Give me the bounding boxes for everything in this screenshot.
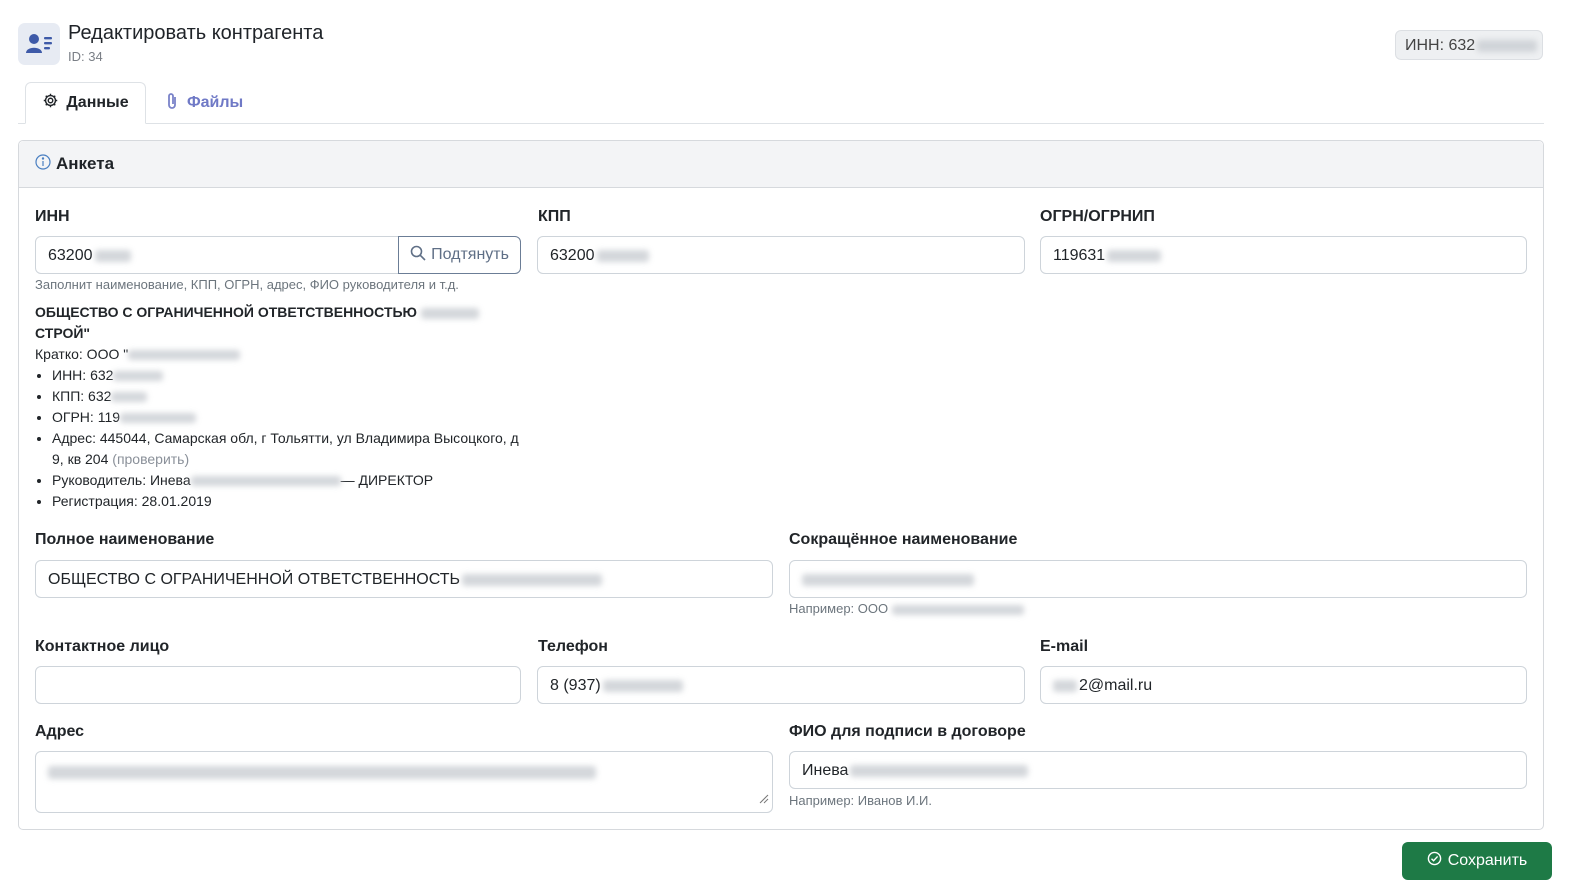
info-inn: ИНН: 632	[52, 365, 525, 386]
record-id: ID: 34	[68, 49, 103, 64]
full-name-input[interactable]: ОБЩЕСТВО С ОГРАНИЧЕННОЙ ОТВЕТСТВЕННОСТЬ	[35, 560, 773, 598]
lookup-result: ОБЩЕСТВО С ОГРАНИЧЕННОЙ ОТВЕТСТВЕННОСТЬЮ…	[35, 302, 525, 512]
kpp-label: КПП	[538, 208, 571, 225]
info-address: Адрес: 445044, Самарская обл, г Тольятти…	[52, 428, 525, 470]
ogrn-input[interactable]: 119631	[1040, 236, 1527, 274]
pull-button[interactable]: Подтянуть	[398, 236, 521, 274]
signer-input[interactable]: Инева	[789, 751, 1527, 789]
info-circle-icon	[35, 153, 51, 175]
info-kpp: КПП: 632	[52, 386, 525, 407]
address-textarea[interactable]	[35, 751, 773, 813]
short-name-label: Сокращённое наименование	[789, 531, 1018, 548]
tab-files-label: Файлы	[187, 94, 244, 111]
email-label: E-mail	[1040, 638, 1089, 655]
org-name: ОБЩЕСТВО С ОГРАНИЧЕННОЙ ОТВЕТСТВЕННОСТЬЮ…	[35, 302, 525, 344]
signer-label: ФИО для подписи в договоре	[789, 723, 1026, 740]
card-header: Анкета	[19, 141, 1543, 188]
inn-badge: ИНН: 632	[1395, 30, 1543, 60]
inn-input[interactable]: 63200	[35, 236, 399, 274]
tabs-divider	[18, 123, 1544, 124]
short-name-input[interactable]	[789, 560, 1527, 598]
ogrn-label: ОГРН/ОГРНИП	[1040, 208, 1155, 225]
phone-label: Телефон	[538, 638, 608, 655]
signer-hint: Например: Иванов И.И.	[789, 793, 932, 808]
email-input[interactable]: 2@mail.ru	[1040, 666, 1527, 704]
tab-data[interactable]: Данные	[25, 82, 146, 124]
card-title: Анкета	[56, 154, 115, 173]
short-name-hint: Например: ООО	[789, 601, 1024, 616]
resize-handle-icon[interactable]	[759, 791, 769, 809]
contact-card-icon	[18, 23, 60, 65]
tab-files[interactable]: Файлы	[166, 82, 243, 124]
phone-input[interactable]: 8 (937)	[537, 666, 1025, 704]
paperclip-icon	[166, 92, 178, 115]
info-registration: Регистрация: 28.01.2019	[52, 491, 525, 512]
address-label: Адрес	[35, 723, 85, 740]
info-ogrn: ОГРН: 119	[52, 407, 525, 428]
check-address-link[interactable]: (проверить)	[112, 451, 189, 467]
info-director: Руководитель: Инева— ДИРЕКТОР	[52, 470, 525, 491]
contact-label: Контактное лицо	[35, 638, 170, 655]
full-name-label: Полное наименование	[35, 531, 215, 548]
inn-label: ИНН	[35, 208, 70, 225]
contact-input[interactable]	[35, 666, 521, 704]
check-circle-icon	[1427, 851, 1442, 871]
search-icon	[410, 245, 426, 266]
tab-data-label: Данные	[66, 94, 129, 111]
inn-hint: Заполнит наименование, КПП, ОГРН, адрес,…	[35, 277, 459, 292]
page-title: Редактировать контрагента	[68, 22, 324, 44]
kpp-input[interactable]: 63200	[537, 236, 1025, 274]
gear-icon	[42, 92, 59, 114]
org-short: Кратко: ООО "	[35, 344, 525, 365]
save-button[interactable]: Сохранить	[1402, 842, 1552, 880]
